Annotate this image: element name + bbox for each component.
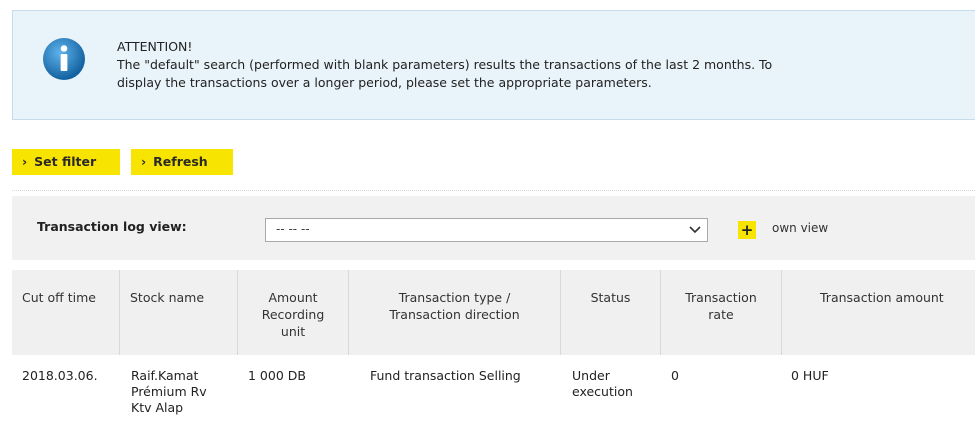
header-label: Transaction direction xyxy=(389,307,520,322)
cell-cut-off-time: 2018.03.06. xyxy=(22,368,98,383)
notice-title: ATTENTION! xyxy=(117,39,193,54)
column-header-cut-off-time[interactable]: Cut off time xyxy=(12,270,120,355)
cell-line: Ktv Alap xyxy=(131,400,184,415)
column-header-amount[interactable]: Amount Recording unit xyxy=(238,270,349,355)
column-header-stock-name[interactable]: Stock name xyxy=(120,270,238,355)
set-filter-button[interactable]: › Set filter xyxy=(12,149,120,175)
chevron-down-icon xyxy=(689,226,701,234)
cell-line: Under xyxy=(572,368,610,383)
chevron-right-icon: › xyxy=(22,154,28,169)
column-header-transaction-amount[interactable]: Transaction amount xyxy=(782,270,975,355)
divider xyxy=(12,190,975,191)
table-header: Cut off time Stock name Amount Recording… xyxy=(12,270,975,355)
refresh-button[interactable]: › Refresh xyxy=(131,149,233,175)
cell-line: Raif.Kamat xyxy=(131,368,199,383)
plus-icon: + xyxy=(740,221,754,239)
add-view-button[interactable]: + xyxy=(738,221,756,239)
cell-transaction-amount: 0 HUF xyxy=(791,368,829,383)
cell-line: execution xyxy=(572,384,633,399)
cell-stock-name: Raif.Kamat Prémium Rv Ktv Alap xyxy=(131,368,207,416)
cell-amount: 1 000 DB xyxy=(248,368,306,383)
header-label: Recording xyxy=(261,307,325,322)
notice-text: ATTENTION! The "default" search (perform… xyxy=(117,38,975,92)
cell-transaction-rate: 0 xyxy=(671,368,679,383)
view-select[interactable]: -- -- -- xyxy=(265,218,708,242)
column-header-transaction-type[interactable]: Transaction type / Transaction direction xyxy=(349,270,561,355)
header-label: Transaction type / xyxy=(398,290,511,305)
view-select-value: -- -- -- xyxy=(276,222,310,236)
header-label: Amount xyxy=(268,290,318,305)
info-icon xyxy=(43,38,85,80)
notice-line-1: The "default" search (performed with bla… xyxy=(117,57,773,72)
header-label: unit xyxy=(280,324,306,339)
header-label: Transaction amount xyxy=(820,290,944,305)
header-label: rate xyxy=(708,307,734,322)
cell-line: Prémium Rv xyxy=(131,384,207,399)
header-label: Transaction xyxy=(685,290,757,305)
cell-status: Under execution xyxy=(572,368,633,400)
notice-line-2: display the transactions over a longer p… xyxy=(117,75,652,90)
column-header-status[interactable]: Status xyxy=(561,270,661,355)
set-filter-label: Set filter xyxy=(34,154,97,169)
view-label: Transaction log view: xyxy=(37,219,187,234)
chevron-right-icon: › xyxy=(141,154,147,169)
attention-notice: ATTENTION! The "default" search (perform… xyxy=(12,10,975,120)
column-header-transaction-rate[interactable]: Transaction rate xyxy=(661,270,782,355)
header-label: Status xyxy=(590,290,631,305)
cell-transaction-type: Fund transaction Selling xyxy=(370,368,521,383)
header-label: Stock name xyxy=(130,290,205,305)
refresh-label: Refresh xyxy=(153,154,208,169)
view-bar: Transaction log view: -- -- -- + own vie… xyxy=(12,196,975,260)
header-label: Cut off time xyxy=(22,290,96,305)
own-view-link[interactable]: own view xyxy=(772,221,828,235)
